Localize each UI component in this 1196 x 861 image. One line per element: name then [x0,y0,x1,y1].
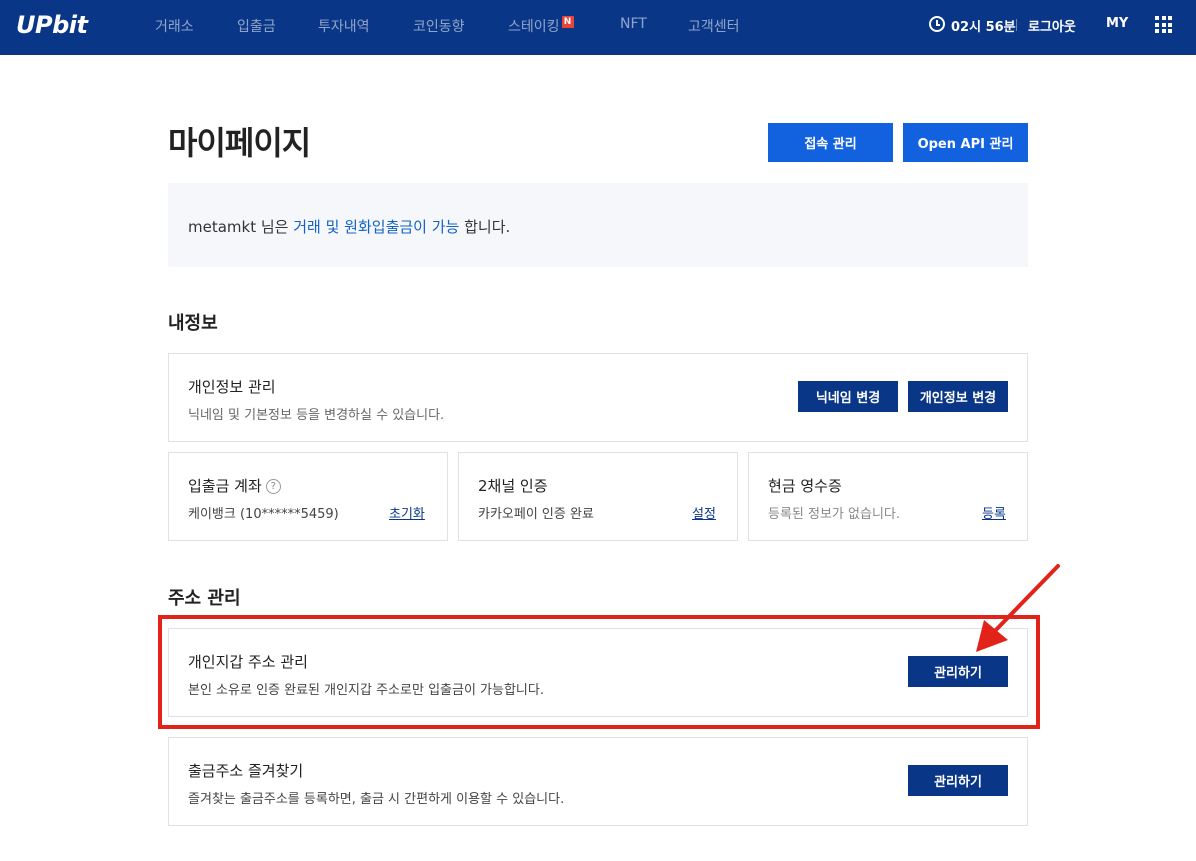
manage-favorites-button[interactable]: 관리하기 [908,765,1008,796]
bank-account-title-label: 입출금 계좌 [188,477,262,495]
help-icon[interactable]: ? [265,479,281,494]
my-link[interactable]: MY [1106,16,1128,31]
cash-receipt-value: 등록된 정보가 없습니다. [768,507,900,522]
two-channel-auth-value: 카카오페이 인증 완료 [478,507,594,522]
access-management-button[interactable]: 접속 관리 [768,123,893,162]
page-title: 마이페이지 [168,124,311,162]
personal-info-title: 개인정보 관리 [188,378,276,396]
open-api-management-button[interactable]: Open API 관리 [903,123,1028,162]
status-user: metamkt 님은 [188,218,294,236]
cash-receipt-card: 현금 영수증 등록된 정보가 없습니다. 등록 [748,452,1028,541]
nav-investment-history[interactable]: 투자내역 [318,16,370,36]
bank-account-card: 입출금 계좌? 케이뱅크 (10******5459) 초기화 [168,452,448,541]
upbit-logo[interactable]: UPbit [16,11,88,39]
clock-icon [929,16,945,32]
nav-coin-trends[interactable]: 코인동향 [413,16,465,36]
two-channel-settings-link[interactable]: 설정 [692,503,716,522]
personal-info-card: 개인정보 관리 닉네임 및 기본정보 등을 변경하실 수 있습니다. 닉네임 변… [168,353,1028,442]
change-personal-info-button[interactable]: 개인정보 변경 [908,381,1008,412]
reset-account-link[interactable]: 초기화 [389,503,425,522]
two-channel-auth-title: 2채널 인증 [478,477,548,495]
logout-link[interactable]: 로그아웃 [1028,16,1076,35]
nav-deposit-withdraw[interactable]: 입출금 [237,16,276,36]
status-highlight: 거래 및 원화입출금이 가능 [293,218,460,236]
annotation-arrow-icon [976,564,1060,652]
nav-staking[interactable]: 스테이킹 N [508,16,574,36]
nav-staking-label: 스테이킹 [508,19,560,35]
withdrawal-favorites-card: 출금주소 즐겨찾기 즐겨찾는 출금주소를 등록하면, 출금 시 간편하게 이용할… [168,737,1028,826]
bank-account-value: 케이뱅크 (10******5459) [188,507,339,522]
personal-info-description: 닉네임 및 기본정보 등을 변경하실 수 있습니다. [188,408,445,423]
change-nickname-button[interactable]: 닉네임 변경 [798,381,898,412]
session-time: 02시 56분 [951,20,1016,35]
two-channel-auth-card: 2채널 인증 카카오페이 인증 완료 설정 [458,452,738,541]
nav-nft[interactable]: NFT [620,16,647,32]
account-status-text: metamkt 님은 거래 및 원화입출금이 가능 합니다. [188,216,510,237]
address-management-heading: 주소 관리 [168,588,241,609]
app-grid-icon[interactable] [1155,16,1172,33]
bank-account-title: 입출금 계좌? [188,475,281,496]
top-navigation-bar: UPbit 거래소 입출금 투자내역 코인동향 스테이킹 N NFT 고객센터 0… [0,0,1196,55]
withdrawal-favorites-description: 즐겨찾는 출금주소를 등록하면, 출금 시 간편하게 이용할 수 있습니다. [188,792,565,807]
nav-customer-center[interactable]: 고객센터 [688,16,740,36]
my-info-heading: 내정보 [168,313,218,334]
cash-receipt-title: 현금 영수증 [768,477,842,495]
highlight-box [158,615,1040,729]
register-receipt-link[interactable]: 등록 [982,503,1006,522]
new-badge: N [561,16,574,28]
account-status-notice: metamkt 님은 거래 및 원화입출금이 가능 합니다. [168,183,1028,267]
nav-exchange[interactable]: 거래소 [155,16,194,36]
withdrawal-favorites-title: 출금주소 즐겨찾기 [188,762,304,780]
status-suffix: 합니다. [459,218,511,236]
header-divider [1016,19,1017,31]
